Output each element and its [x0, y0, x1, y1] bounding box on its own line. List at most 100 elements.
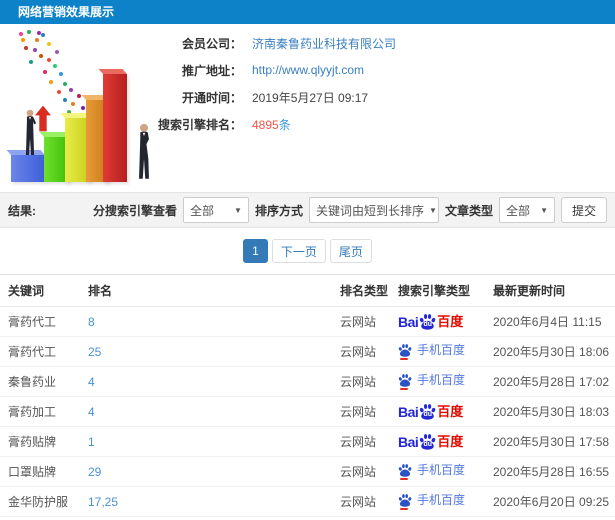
rank-type-cell: 云网站	[332, 516, 390, 520]
baidu-paw-icon	[398, 343, 412, 360]
keyword-cell: 膏药贴牌	[0, 426, 80, 457]
engine-type-cell: 手机百度	[390, 456, 485, 487]
page-title: 网络营销效果展示	[18, 5, 115, 19]
rank-link[interactable]: 1	[88, 435, 95, 449]
ranking-table-body: 膏药代工 8 云网站 Bai du 百度 2020年6月4日 11:15 膏药代工 25 云网站手…	[0, 306, 615, 520]
app-window: 网络营销效果展示 会员公司： 济南秦鲁药业科技有限公司 推广地址： http:/…	[0, 0, 615, 520]
rank-link[interactable]: 8	[88, 315, 95, 329]
rank-type-cell: 云网站	[332, 306, 390, 337]
open-time-value: 2019年5月27日 09:17	[252, 90, 369, 105]
engine-view-selected-value: 全部	[189, 203, 214, 218]
confetti-decoration	[19, 32, 23, 36]
member-profile-section: 会员公司： 济南秦鲁药业科技有限公司 推广地址： http://www.qlyy…	[0, 24, 615, 192]
caret-down-icon: ▼	[428, 205, 437, 215]
rank-type-cell: 云网站	[332, 336, 390, 367]
rank-cell: 25	[80, 336, 332, 367]
table-header-row: 关键词 排名 排名类型 搜索引擎类型 最新更新时间	[0, 274, 615, 307]
promo-url-label: 推广地址：	[181, 63, 242, 78]
keyword-cell: 口罩贴牌	[0, 456, 80, 487]
rank-type-cell: 云网站	[332, 366, 390, 397]
rank-type-cell: 云网站	[332, 456, 390, 487]
rank-link[interactable]: 4	[88, 405, 95, 419]
engine-view-label: 分搜索引擎查看	[92, 203, 177, 218]
col-engine-type: 搜索引擎类型	[390, 274, 485, 307]
rank-cell: 10	[80, 516, 332, 520]
engine-type-cell: Bai du 百度	[390, 396, 485, 427]
table-row: 膏药代工 25 云网站 手机百度 2020年5月30日 18:06	[0, 336, 615, 367]
table-row: 膏药代工 8 云网站 Bai du 百度 2020年6月4日 11:15	[0, 306, 615, 337]
next-page-button[interactable]: 下一页	[271, 239, 326, 263]
engine-type-cell: Bai du 百度	[390, 426, 485, 457]
keyword-cell: 膏药代工	[0, 336, 80, 367]
rank-cell: 1	[80, 426, 332, 457]
engine-type-cell: 手机百度	[390, 516, 485, 520]
article-type-selected-value: 全部	[505, 203, 530, 218]
article-type-label: 文章类型	[444, 203, 493, 218]
table-row: 膏药贴牌 1 云网站 Bai du 百度 2020年5月30日 17:58	[0, 426, 615, 457]
updated-cell: 2020年5月30日 18:06	[485, 336, 615, 367]
member-company-link[interactable]: 济南秦鲁药业科技有限公司	[252, 35, 396, 52]
keyword-cell: 福建防护服	[0, 516, 80, 520]
rank-link[interactable]: 4	[88, 375, 95, 389]
filter-bar: 结果: 分搜索引擎查看 全部 ▼ 排序方式 关键词由短到长排序 ▼ 文章类型 全…	[0, 192, 615, 228]
member-info-panel: 会员公司： 济南秦鲁药业科技有限公司 推广地址： http://www.qlyy…	[150, 36, 396, 144]
rank-link[interactable]: 29	[88, 465, 101, 479]
keyword-ranking-table: 关键词 排名 排名类型 搜索引擎类型 最新更新时间 膏药代工 8 云网站 Bai du 百…	[0, 274, 615, 520]
last-page-button[interactable]: 尾页	[329, 239, 372, 263]
page-1-button[interactable]: 1	[243, 239, 268, 263]
caret-down-icon: ▼	[234, 205, 242, 215]
updated-cell: 2020年5月28日 17:02	[485, 366, 615, 397]
updated-cell: 2020年6月4日 11:10	[485, 516, 615, 520]
baidu-mobile-logo: 手机百度	[398, 373, 465, 390]
engine-rank-value: 4895条	[252, 116, 291, 133]
rank-cell: 4	[80, 366, 332, 397]
updated-cell: 2020年5月28日 16:55	[485, 456, 615, 487]
rank-cell: 17,25	[80, 486, 332, 517]
engine-view-select[interactable]: 全部 ▼	[182, 197, 249, 223]
chart-bar-blue	[11, 155, 45, 182]
baidu-pc-logo: Bai du 百度	[398, 403, 464, 420]
updated-cell: 2020年5月30日 18:03	[485, 396, 615, 427]
baidu-pc-logo: Bai du 百度	[398, 313, 464, 330]
baidu-paw-icon: du	[419, 313, 436, 330]
article-type-select[interactable]: 全部 ▼	[498, 197, 555, 223]
engine-rank-unit: 条	[278, 117, 291, 132]
col-keyword: 关键词	[0, 274, 80, 307]
rank-link[interactable]: 25	[88, 345, 101, 359]
rank-cell: 8	[80, 306, 332, 337]
keyword-cell: 膏药加工	[0, 396, 80, 427]
submit-button[interactable]: 提交	[560, 197, 607, 223]
table-row: 口罩贴牌 29 云网站 手机百度 2020年5月28日 16:55	[0, 456, 615, 487]
rank-cell: 29	[80, 456, 332, 487]
baidu-pc-logo: Bai du 百度	[398, 433, 464, 450]
engine-rank-label: 搜索引擎排名：	[157, 117, 242, 132]
updated-cell: 2020年6月20日 09:25	[485, 486, 615, 517]
engine-type-cell: 手机百度	[390, 486, 485, 517]
sort-selected-value: 关键词由短到长排序	[315, 203, 424, 218]
filter-controls: 分搜索引擎查看 全部 ▼ 排序方式 关键词由短到长排序 ▼ 文章类型 全部 ▼ …	[93, 197, 607, 223]
table-row: 福建防护服10云网站手机百度2020年6月4日 11:10	[0, 516, 615, 520]
rank-link[interactable]: 17,25	[88, 495, 118, 509]
col-rank-type: 排名类型	[332, 274, 390, 307]
sort-select[interactable]: 关键词由短到长排序 ▼	[308, 197, 439, 223]
keyword-cell: 秦鲁药业	[0, 366, 80, 397]
businessman-left-figure	[19, 109, 41, 156]
rank-type-cell: 云网站	[332, 486, 390, 517]
updated-cell: 2020年6月4日 11:15	[485, 306, 615, 337]
baidu-mobile-logo: 手机百度	[398, 493, 465, 510]
caret-down-icon: ▼	[540, 205, 548, 215]
baidu-mobile-logo: 手机百度	[398, 463, 465, 480]
open-time-label: 开通时间：	[181, 90, 242, 105]
baidu-paw-icon: du	[419, 403, 436, 420]
engine-rank-row: 搜索引擎排名： 4895条	[150, 116, 396, 133]
keyword-cell: 金华防护服	[0, 486, 80, 517]
promo-url-link[interactable]: http://www.qlyyjt.com	[252, 63, 364, 77]
rank-type-cell: 云网站	[332, 396, 390, 427]
promo-url-row: 推广地址： http://www.qlyyjt.com	[150, 63, 396, 78]
rank-type-cell: 云网站	[332, 426, 390, 457]
engine-rank-count: 4895	[252, 117, 279, 132]
rank-cell: 4	[80, 396, 332, 427]
keyword-cell: 膏药代工	[0, 306, 80, 337]
col-updated: 最新更新时间	[485, 274, 615, 307]
baidu-paw-icon: du	[419, 433, 436, 450]
